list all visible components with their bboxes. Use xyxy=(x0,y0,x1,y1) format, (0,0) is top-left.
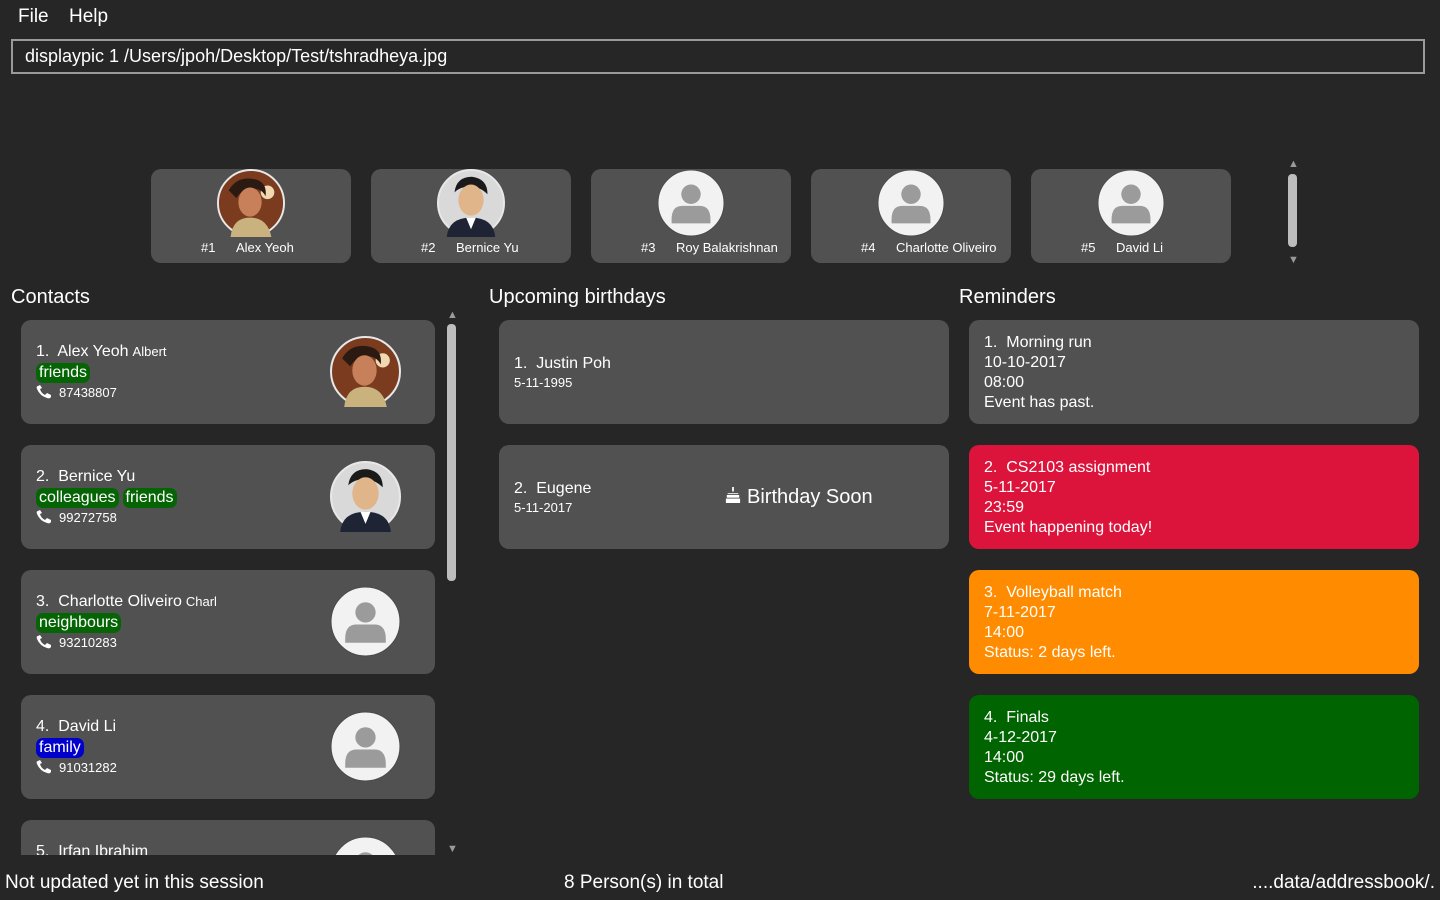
reminder-time: 14:00 xyxy=(984,749,1025,766)
phone-icon xyxy=(36,510,53,524)
reminder-card[interactable]: 3. Volleyball match 7-11-2017 14:00 Stat… xyxy=(969,570,1419,674)
tag: friends xyxy=(122,488,177,508)
menu-file[interactable]: File xyxy=(18,6,49,28)
contact-phone: 91031282 xyxy=(36,760,117,775)
favourite-name: Roy Balakrishnan xyxy=(676,240,778,255)
favourite-index: #3 xyxy=(641,240,656,255)
birthday-name: 1. Justin Poh xyxy=(514,355,611,372)
contact-tags: friends xyxy=(36,363,94,383)
favourite-name: Charlotte Oliveiro xyxy=(896,240,997,255)
contact-tags: neighbours xyxy=(36,613,125,633)
menu-help[interactable]: Help xyxy=(69,6,108,28)
scroll-up-arrow-icon[interactable]: ▲ xyxy=(1288,159,1299,170)
tag: neighbours xyxy=(36,613,122,633)
contacts-list[interactable]: 1. Alex Yeoh Albert friends 87438807 2. B… xyxy=(0,315,470,855)
phone-icon xyxy=(36,385,53,399)
reminder-card[interactable]: 4. Finals 4-12-2017 14:00 Status: 29 day… xyxy=(969,695,1419,799)
reminder-time: 23:59 xyxy=(984,499,1025,516)
tag: friends xyxy=(36,363,91,383)
reminder-card[interactable]: 1. Morning run 10-10-2017 08:00 Event ha… xyxy=(969,320,1419,424)
favourite-index: #5 xyxy=(1081,240,1096,255)
favourite-name: Alex Yeoh xyxy=(236,240,294,255)
reminder-status: Status: 29 days left. xyxy=(984,769,1125,786)
reminder-title: 4. Finals xyxy=(984,709,1049,726)
reminder-time: 14:00 xyxy=(984,624,1025,641)
tag: colleagues xyxy=(36,488,119,508)
default-person-icon xyxy=(330,586,401,657)
contact-card[interactable]: 2. Bernice Yu colleagues friends 99272758 xyxy=(21,445,435,549)
birthday-date: 5-11-2017 xyxy=(514,500,573,515)
contact-alias: Charl xyxy=(185,594,217,609)
reminder-title: 3. Volleyball match xyxy=(984,584,1122,601)
save-location: ....data/addressbook/. xyxy=(1252,872,1435,893)
favourite-name: David Li xyxy=(1116,240,1163,255)
scroll-down-arrow-icon[interactable]: ▼ xyxy=(447,844,458,855)
favourite-card[interactable]: #4 Charlotte Oliveiro xyxy=(811,169,1011,263)
contacts-title: Contacts xyxy=(11,286,90,308)
scroll-thumb[interactable] xyxy=(1288,174,1297,247)
scroll-up-arrow-icon[interactable]: ▲ xyxy=(447,310,458,321)
contact-card[interactable]: 1. Alex Yeoh Albert friends 87438807 xyxy=(21,320,435,424)
favourite-name: Bernice Yu xyxy=(456,240,519,255)
scroll-thumb[interactable] xyxy=(447,324,456,581)
contact-name: 1. Alex Yeoh Albert xyxy=(36,343,167,360)
favourite-index: #2 xyxy=(421,240,436,255)
favourite-index: #4 xyxy=(861,240,876,255)
default-person-icon xyxy=(330,711,401,782)
contact-name: 4. David Li xyxy=(36,718,117,735)
favourite-card[interactable]: #3 Roy Balakrishnan xyxy=(591,169,791,263)
tag: family xyxy=(36,738,84,758)
default-person-icon xyxy=(877,169,945,237)
scroll-down-arrow-icon[interactable]: ▼ xyxy=(1288,255,1299,266)
contact-alias: Albert xyxy=(132,344,167,359)
contact-card[interactable]: 3. Charlotte Oliveiro Charl neighbours 93… xyxy=(21,570,435,674)
birthday-card[interactable]: 2. Eugene 5-11-2017 Birthday Soon xyxy=(499,445,949,549)
contact-tags: colleagues friends xyxy=(36,488,181,508)
birthday-name: 2. Eugene xyxy=(514,480,592,497)
reminder-title: 2. CS2103 assignment xyxy=(984,459,1151,476)
favourite-card[interactable]: #5 David Li xyxy=(1031,169,1231,263)
reminder-title: 1. Morning run xyxy=(984,334,1092,351)
reminder-date: 5-11-2017 xyxy=(984,479,1056,496)
favourite-index: #1 xyxy=(201,240,216,255)
phone-icon xyxy=(36,760,53,774)
default-person-icon xyxy=(330,836,401,855)
reminder-date: 7-11-2017 xyxy=(984,604,1056,621)
reminders-title: Reminders xyxy=(959,286,1056,308)
contact-tags: family xyxy=(36,738,88,758)
contact-card[interactable]: 5. Irfan Ibrahim xyxy=(21,820,435,855)
reminder-status: Status: 2 days left. xyxy=(984,644,1116,661)
total-persons: 8 Person(s) in total xyxy=(564,872,724,893)
person-photo-icon xyxy=(437,169,505,237)
command-input[interactable] xyxy=(11,39,1425,74)
birthday-card[interactable]: 1. Justin Poh 5-11-1995 xyxy=(499,320,949,424)
reminder-status: Event has past. xyxy=(984,394,1095,411)
reminder-date: 10-10-2017 xyxy=(984,354,1066,371)
contact-name: 2. Bernice Yu xyxy=(36,468,136,485)
menu-bar: File Help xyxy=(0,0,1440,34)
reminder-card[interactable]: 2. CS2103 assignment 5-11-2017 23:59 Eve… xyxy=(969,445,1419,549)
contact-name: 3. Charlotte Oliveiro Charl xyxy=(36,593,217,610)
birthday-date: 5-11-1995 xyxy=(514,375,573,390)
person-photo-icon xyxy=(330,336,401,407)
default-person-icon xyxy=(657,169,725,237)
contact-phone: 93210283 xyxy=(36,635,117,650)
birthdays-title: Upcoming birthdays xyxy=(489,286,666,308)
contact-name: 5. Irfan Ibrahim xyxy=(36,843,149,855)
contact-phone: 99272758 xyxy=(36,510,117,525)
person-photo-icon xyxy=(330,461,401,532)
person-photo-icon xyxy=(217,169,285,237)
birthday-soon-badge: Birthday Soon xyxy=(725,486,873,509)
default-person-icon xyxy=(1097,169,1165,237)
reminder-date: 4-12-2017 xyxy=(984,729,1057,746)
favourite-card[interactable]: #1 Alex Yeoh xyxy=(151,169,351,263)
phone-icon xyxy=(36,635,53,649)
reminder-status: Event happening today! xyxy=(984,519,1153,536)
sync-status: Not updated yet in this session xyxy=(5,872,264,893)
cake-icon xyxy=(725,486,741,504)
contact-card[interactable]: 4. David Li family 91031282 xyxy=(21,695,435,799)
contact-phone: 87438807 xyxy=(36,385,117,400)
reminder-time: 08:00 xyxy=(984,374,1025,391)
favourite-card[interactable]: #2 Bernice Yu xyxy=(371,169,571,263)
